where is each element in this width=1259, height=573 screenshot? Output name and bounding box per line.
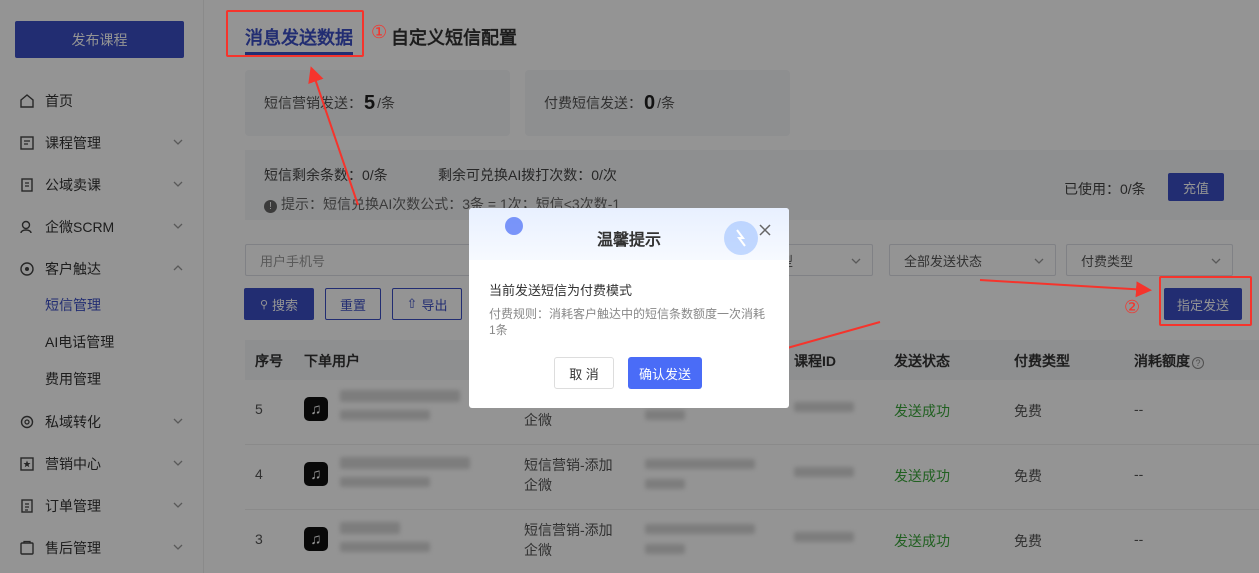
cancel-button[interactable]: 取 消 bbox=[554, 357, 614, 389]
confirm-send-button[interactable]: 确认发送 bbox=[628, 357, 702, 389]
dialog-title: 温馨提示 bbox=[596, 232, 661, 249]
dialog-message: 当前发送短信为付费模式 bbox=[489, 283, 633, 298]
dialog-header: 温馨提示 bbox=[469, 208, 789, 260]
confirm-dialog: 温馨提示 当前发送短信为付费模式 付费规则：消耗客户触达中的短信条数额度一次消耗… bbox=[469, 208, 789, 408]
arrow-to-designated-send bbox=[979, 279, 1152, 298]
arrow-to-tab bbox=[308, 66, 359, 206]
close-icon[interactable] bbox=[757, 222, 773, 238]
dialog-rule: 付费规则：消耗客户触达中的短信条数额度一次消耗1条 bbox=[489, 307, 766, 337]
